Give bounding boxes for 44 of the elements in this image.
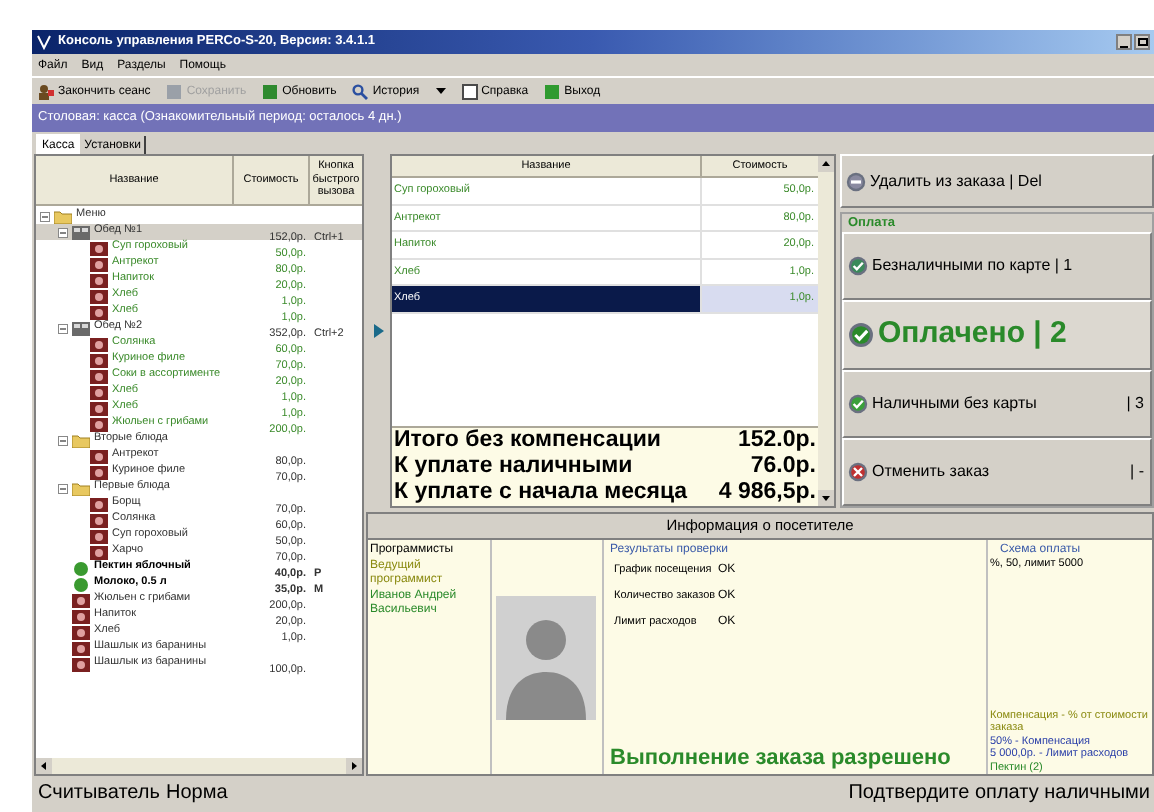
scroll-up-icon[interactable]	[818, 156, 834, 172]
horizontal-scrollbar[interactable]	[36, 758, 362, 774]
current-row-arrow-icon	[373, 324, 383, 338]
maximize-icon	[1137, 38, 1147, 46]
cross-icon	[848, 461, 868, 482]
collapse-icon[interactable]	[58, 323, 68, 333]
reader-state: Норма	[165, 784, 228, 804]
total-value: 4 986,5р.	[716, 481, 818, 505]
collapse-icon[interactable]	[58, 227, 68, 237]
total-label: К уплате наличными	[392, 455, 635, 479]
order-permission-message: Выполнение заказа разрешено	[610, 746, 953, 774]
collapse-icon[interactable]	[58, 483, 68, 493]
payment-button[interactable]: Отменить заказ | -	[842, 437, 1152, 506]
tray-icon	[72, 225, 90, 239]
scroll-left-icon[interactable]	[36, 758, 52, 774]
dropdown-caret-icon	[435, 87, 446, 95]
scroll-down-icon[interactable]	[818, 490, 834, 506]
remove-from-order-button[interactable]: Удалить из заказа | Del	[840, 154, 1154, 208]
payment-button[interactable]: Наличными без карты | 3	[842, 369, 1152, 438]
person-silhouette-placeholder	[496, 595, 596, 719]
check-icon	[848, 393, 868, 414]
check-icon	[848, 321, 874, 348]
minimize-button[interactable]	[1116, 34, 1132, 50]
collapse-icon[interactable]	[40, 211, 50, 221]
folder-icon	[72, 433, 90, 447]
collapse-icon[interactable]	[58, 435, 68, 445]
person-icon	[38, 83, 54, 99]
total-value: 76.0р.	[748, 455, 818, 479]
folder-icon	[72, 481, 90, 495]
scroll-right-icon[interactable]	[346, 758, 362, 774]
app-icon	[36, 34, 52, 50]
tray-icon	[72, 321, 90, 335]
minus-icon	[846, 171, 866, 191]
total-value: 152.0р.	[736, 429, 818, 453]
payment-button[interactable]: Безналичными по карте | 1	[842, 232, 1152, 301]
maximize-button[interactable]	[1134, 34, 1150, 50]
search-icon	[352, 83, 369, 99]
total-label: Итого без компенсации	[392, 429, 663, 453]
minimize-icon	[1120, 46, 1128, 48]
check-icon	[848, 256, 868, 277]
status-message: Подтвердите оплату наличными	[848, 784, 1150, 804]
total-label: К уплате с начала месяца	[392, 481, 690, 505]
reader-label: Считыватель	[38, 784, 160, 804]
vertical-scrollbar[interactable]	[818, 156, 834, 506]
